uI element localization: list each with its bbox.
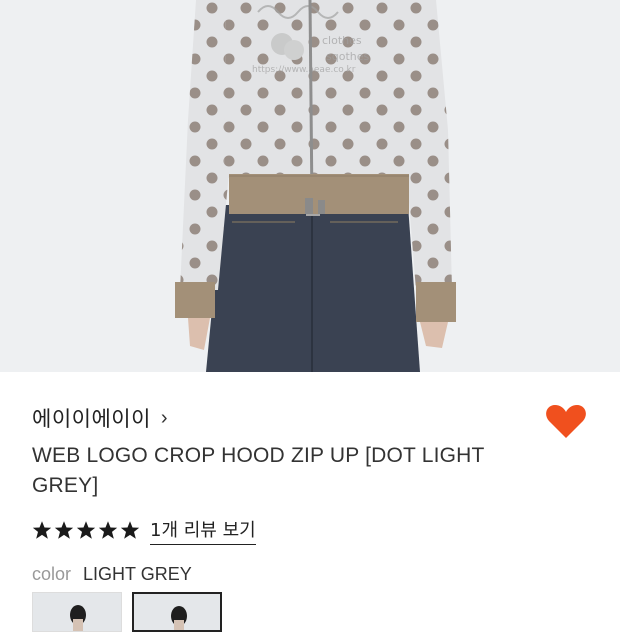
color-value: LIGHT GREY: [83, 563, 192, 584]
svg-text:clothes: clothes: [322, 34, 362, 47]
product-photo: clothes sqothes https://www.aeae.co.kr: [0, 0, 620, 372]
star-icon: [76, 521, 96, 539]
rating-row: 1개 리뷰 보기: [32, 516, 256, 545]
rating-stars: [32, 520, 140, 540]
brand-link[interactable]: 에이이에이이 ›: [32, 403, 168, 433]
heart-icon: [546, 405, 586, 438]
product-image[interactable]: clothes sqothes https://www.aeae.co.kr: [0, 0, 620, 372]
svg-text:https://www.aeae.co.kr: https://www.aeae.co.kr: [252, 65, 356, 75]
svg-text:sqothes: sqothes: [326, 50, 369, 63]
swatch-option-1[interactable]: [32, 592, 122, 632]
product-title: WEB LOGO CROP HOOD ZIP UP [DOT LIGHT GRE…: [32, 444, 485, 497]
color-swatches: [32, 592, 222, 632]
reviews-link[interactable]: 1개 리뷰 보기: [150, 516, 256, 545]
wishlist-button[interactable]: [544, 402, 588, 442]
color-label: color: [32, 563, 72, 584]
swatch-option-2[interactable]: [132, 592, 222, 632]
star-icon: [54, 521, 74, 539]
star-icon: [120, 521, 140, 539]
swatch-thumbnail: [33, 593, 121, 631]
color-row: color LIGHT GREY: [32, 562, 192, 586]
chevron-right-icon: ›: [160, 406, 168, 429]
star-icon: [32, 521, 52, 539]
star-icon: [98, 521, 118, 539]
brand-name: 에이이에이이: [32, 407, 151, 431]
swatch-thumbnail: [134, 594, 220, 630]
